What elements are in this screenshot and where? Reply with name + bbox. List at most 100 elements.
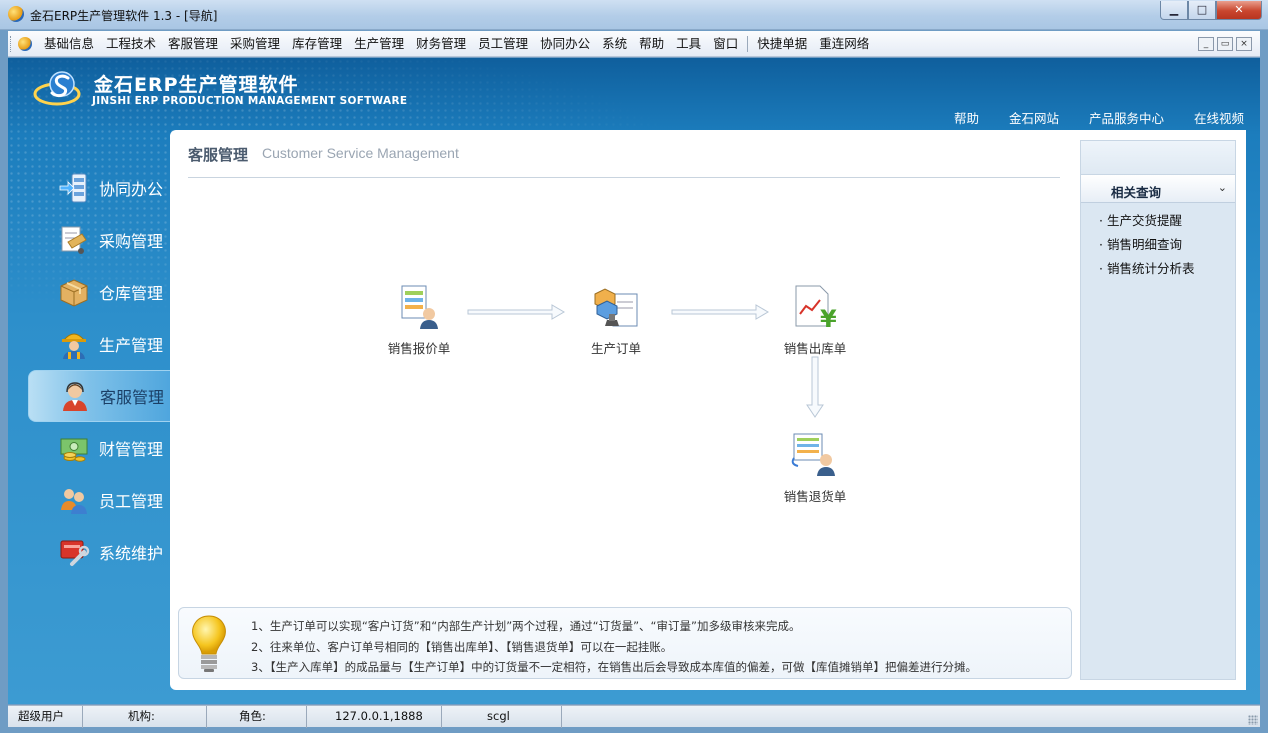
related-header[interactable]: 相关查询 ⌄ <box>1081 175 1235 203</box>
menu-collaboration[interactable]: 协同办公 <box>534 31 596 57</box>
title-bar: 金石ERP生产管理软件 1.3 - [导航] ▁ □ ✕ <box>0 0 1268 30</box>
svg-text:¥: ¥ <box>820 305 837 332</box>
node-label: 销售退货单 <box>783 489 847 504</box>
status-user: 超级用户 <box>8 706 83 728</box>
flow-node-sales-return[interactable]: 销售退货单 <box>770 430 860 505</box>
content-header: 客服管理 Customer Service Management <box>188 144 1060 178</box>
flow-node-sales-outbound[interactable]: ¥ 销售出库单 <box>770 282 860 357</box>
nav-item-collaboration[interactable]: 协同办公 <box>28 162 178 214</box>
sales-outbound-icon: ¥ <box>795 285 837 333</box>
menu-engineering[interactable]: 工程技术 <box>100 31 162 57</box>
employees-icon <box>58 484 90 516</box>
maximize-button[interactable]: □ <box>1188 1 1216 20</box>
node-label: 销售报价单 <box>387 341 451 356</box>
nav-item-purchase[interactable]: 采购管理 <box>28 214 178 266</box>
side-nav: 协同办公 采购管理 仓库管理 生产管理 客服管理 财管管理 员工管理 系统维护 <box>28 162 178 578</box>
menu-bar: 基础信息 工程技术 客服管理 采购管理 库存管理 生产管理 财务管理 员工管理 … <box>8 31 1260 57</box>
tips-box: 1、生产订单可以实现“客户订货”和“内部生产计划”两个过程，通过“订货量”、“审… <box>178 607 1072 679</box>
related-title: 相关查询 <box>1111 185 1162 200</box>
warehouse-box-icon <box>58 276 90 308</box>
tip-line: 3、【生产入库单】的成品量与【生产订单】中的订货量不一定相符，在销售出后会导致成… <box>251 660 978 674</box>
menu-tools[interactable]: 工具 <box>670 31 707 57</box>
menu-purchase[interactable]: 采购管理 <box>224 31 286 57</box>
nav-label: 财管管理 <box>99 440 164 459</box>
menu-quick-documents[interactable]: 快捷单据 <box>751 31 813 57</box>
window-title: 金石ERP生产管理软件 1.3 - [导航] <box>30 9 218 23</box>
lightbulb-icon <box>192 615 226 672</box>
nav-item-customer-service[interactable]: 客服管理 <box>28 370 178 422</box>
tip-lines: 1、生产订单可以实现“客户订货”和“内部生产计划”两个过程，通过“订货量”、“审… <box>251 616 977 678</box>
nav-item-employees[interactable]: 员工管理 <box>28 474 178 526</box>
nav-label: 生产管理 <box>99 336 164 355</box>
nav-item-warehouse[interactable]: 仓库管理 <box>28 266 178 318</box>
worker-icon <box>58 328 90 360</box>
resize-grip[interactable] <box>1248 715 1258 725</box>
menu-logo-icon[interactable] <box>18 37 32 51</box>
menu-basic-info[interactable]: 基础信息 <box>38 31 100 57</box>
purchase-icon <box>58 224 90 256</box>
menu-help[interactable]: 帮助 <box>633 31 670 57</box>
money-icon <box>58 432 90 464</box>
related-panel: 相关查询 ⌄ 生产交货提醒 销售明细查询 销售统计分析表 <box>1080 140 1236 680</box>
minimize-button[interactable]: ▁ <box>1160 1 1188 20</box>
content-panel: 客服管理 Customer Service Management 销售报价单 生… <box>170 130 1246 690</box>
brand-name-en: JINSHI ERP PRODUCTION MANAGEMENT SOFTWAR… <box>92 95 408 107</box>
window-controls: ▁ □ ✕ <box>1160 1 1262 20</box>
chevron-down-icon[interactable]: ⌄ <box>1218 181 1227 194</box>
nav-label: 仓库管理 <box>99 284 164 303</box>
system-tools-icon <box>58 536 90 568</box>
related-list: 生产交货提醒 销售明细查询 销售统计分析表 <box>1081 203 1235 281</box>
flow-arrow-down <box>806 356 824 418</box>
collaboration-icon <box>58 172 90 204</box>
nav-label: 协同办公 <box>99 180 164 199</box>
tip-line: 1、生产订单可以实现“客户订货”和“内部生产计划”两个过程，通过“订货量”、“审… <box>251 619 801 633</box>
page-subtitle: Customer Service Management <box>262 145 459 161</box>
nav-label: 系统维护 <box>99 544 164 563</box>
nav-label: 员工管理 <box>99 492 164 511</box>
menu-customer-service[interactable]: 客服管理 <box>162 31 224 57</box>
nav-label: 客服管理 <box>100 388 165 407</box>
flow-arrow-right <box>467 304 565 320</box>
flow-node-quotation[interactable]: 销售报价单 <box>374 282 464 357</box>
menu-grip <box>10 36 13 52</box>
link-online-video[interactable]: 在线视频 <box>1194 108 1244 127</box>
production-order-icon <box>594 288 638 327</box>
related-item-sales-stats[interactable]: 销售统计分析表 <box>1099 257 1235 281</box>
tip-line: 2、往来单位、客户订单号相同的【销售出库单】、【销售退货单】可以在一起挂账。 <box>251 639 673 654</box>
brand-name-cn: 金石ERP生产管理软件 <box>94 74 299 96</box>
mdi-close-button[interactable]: × <box>1236 37 1252 51</box>
nav-item-finance[interactable]: 财管管理 <box>28 422 178 474</box>
status-server: 127.0.0.1,1888 <box>307 706 442 728</box>
related-item-delivery-reminder[interactable]: 生产交货提醒 <box>1099 209 1235 233</box>
mdi-controls: _ ▭ × <box>1198 37 1252 51</box>
flow-node-production-order[interactable]: 生产订单 <box>571 282 661 357</box>
link-website[interactable]: 金石网站 <box>1009 108 1059 127</box>
menu-items: 基础信息 工程技术 客服管理 采购管理 库存管理 生产管理 财务管理 员工管理 … <box>38 31 875 57</box>
jinshi-logo-icon <box>33 71 81 106</box>
nav-item-system[interactable]: 系统维护 <box>28 526 178 578</box>
flow-arrow-right <box>671 304 769 320</box>
related-panel-top <box>1081 141 1235 175</box>
close-button[interactable]: ✕ <box>1216 1 1262 20</box>
menu-separator <box>747 36 749 52</box>
quotation-icon <box>401 285 438 329</box>
nav-item-production[interactable]: 生产管理 <box>28 318 178 370</box>
customer-service-icon <box>59 380 91 412</box>
page-title: 客服管理 <box>188 146 249 164</box>
link-service-center[interactable]: 产品服务中心 <box>1089 108 1164 127</box>
menu-production[interactable]: 生产管理 <box>348 31 410 57</box>
menu-finance[interactable]: 财务管理 <box>410 31 472 57</box>
menu-staff[interactable]: 员工管理 <box>472 31 534 57</box>
sales-return-icon <box>791 433 835 476</box>
status-bar: 超级用户 机构: 角色: 127.0.0.1,1888 scgl <box>8 705 1260 728</box>
mdi-minimize-button[interactable]: _ <box>1198 37 1214 51</box>
menu-system[interactable]: 系统 <box>596 31 633 57</box>
menu-inventory[interactable]: 库存管理 <box>286 31 348 57</box>
status-db: scgl <box>442 706 562 728</box>
link-help[interactable]: 帮助 <box>954 108 979 127</box>
node-label: 生产订单 <box>590 341 641 356</box>
related-item-sales-detail[interactable]: 销售明细查询 <box>1099 233 1235 257</box>
menu-reconnect[interactable]: 重连网络 <box>813 31 875 57</box>
mdi-restore-button[interactable]: ▭ <box>1217 37 1233 51</box>
menu-window[interactable]: 窗口 <box>707 31 744 57</box>
